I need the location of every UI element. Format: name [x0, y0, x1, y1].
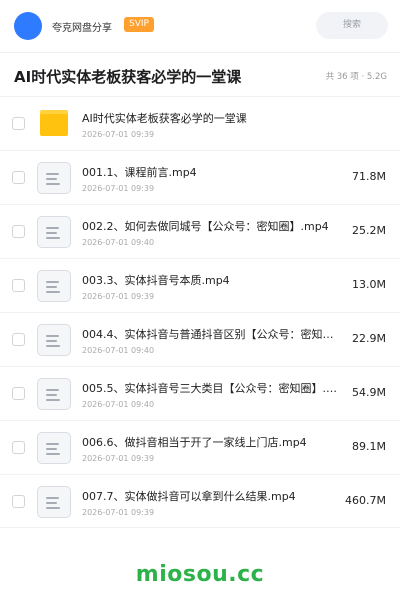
file-name: 007.7、实体做抖音可以拿到什么结果.mp4: [82, 490, 296, 503]
file-name: 001.1、课程前言.mp4: [82, 166, 197, 179]
file-list: AI时代实体老板获客必学的一堂课 2026-07-01 09:39 001.1、课程…: [0, 96, 400, 528]
select-checkbox[interactable]: [12, 225, 25, 238]
file-name: 002.2、如何去做同城号【公众号：密知圈】.mp4: [82, 220, 329, 233]
avatar[interactable]: [14, 12, 42, 40]
page-title: AI时代实体老板获客必学的一堂课: [14, 68, 242, 86]
file-row[interactable]: 006.6、做抖音相当于开了一家线上门店.mp4 2026-07-01 09:39…: [0, 420, 400, 474]
video-file-icon: [37, 324, 71, 356]
file-size: 22.9M: [352, 332, 386, 345]
file-date: 2026-07-01 09:40: [82, 400, 155, 409]
file-name: 006.6、做抖音相当于开了一家线上门店.mp4: [82, 436, 307, 449]
file-row[interactable]: 002.2、如何去做同城号【公众号：密知圈】.mp4 2026-07-01 09:…: [0, 204, 400, 258]
select-checkbox[interactable]: [12, 441, 25, 454]
file-size: 89.1M: [352, 440, 386, 453]
select-checkbox[interactable]: [12, 495, 25, 508]
file-date: 2026-07-01 09:40: [82, 238, 155, 247]
select-checkbox[interactable]: [12, 387, 25, 400]
file-row[interactable]: 004.4、实体抖音与普通抖音区别【公众号：密知圈】.mp4 2026-07-01…: [0, 312, 400, 366]
file-size: 54.9M: [352, 386, 386, 399]
file-row[interactable]: 007.7、实体做抖音可以拿到什么结果.mp4 2026-07-01 09:39 4…: [0, 474, 400, 528]
search-input[interactable]: 搜索: [316, 12, 388, 39]
file-date: 2026-07-01 09:39: [82, 454, 155, 463]
file-name: 005.5、实体抖音号三大类目【公众号：密知圈】.mp4: [82, 382, 344, 395]
select-checkbox[interactable]: [12, 279, 25, 292]
title-bar: AI时代实体老板获客必学的一堂课 共 36 项 · 5.2G: [0, 53, 400, 97]
video-file-icon: [37, 432, 71, 464]
file-size: 13.0M: [352, 278, 386, 291]
file-row[interactable]: 005.5、实体抖音号三大类目【公众号：密知圈】.mp4 2026-07-01 0…: [0, 366, 400, 420]
folder-icon: [37, 108, 71, 140]
item-count: 共 36 项 · 5.2G: [325, 72, 387, 82]
brand-label: 夸克网盘分享: [52, 23, 112, 34]
file-name: AI时代实体老板获客必学的一堂课: [82, 112, 247, 125]
select-checkbox[interactable]: [12, 171, 25, 184]
video-file-icon: [37, 162, 71, 194]
select-checkbox[interactable]: [12, 333, 25, 346]
video-file-icon: [37, 270, 71, 302]
svip-badge: SVIP: [124, 17, 154, 32]
folder-row[interactable]: AI时代实体老板获客必学的一堂课 2026-07-01 09:39: [0, 96, 400, 150]
video-file-icon: [37, 486, 71, 518]
file-date: 2026-07-01 09:39: [82, 292, 155, 301]
top-bar: 夸克网盘分享 SVIP 搜索: [0, 0, 400, 52]
file-date: 2026-07-01 09:39: [82, 184, 155, 193]
file-name: 004.4、实体抖音与普通抖音区别【公众号：密知圈】.mp4: [82, 328, 344, 341]
file-size: 71.8M: [352, 170, 386, 183]
file-date: 2026-07-01 09:40: [82, 346, 155, 355]
file-row[interactable]: 001.1、课程前言.mp4 2026-07-01 09:39 71.8M: [0, 150, 400, 204]
file-name: 003.3、实体抖音号本质.mp4: [82, 274, 230, 287]
video-file-icon: [37, 378, 71, 410]
file-date: 2026-07-01 09:39: [82, 130, 155, 139]
select-checkbox[interactable]: [12, 117, 25, 130]
watermark: miosou.cc: [135, 562, 265, 587]
file-row[interactable]: 003.3、实体抖音号本质.mp4 2026-07-01 09:39 13.0M: [0, 258, 400, 312]
video-file-icon: [37, 216, 71, 248]
file-date: 2026-07-01 09:39: [82, 508, 155, 517]
file-size: 25.2M: [352, 224, 386, 237]
file-size: 460.7M: [345, 494, 386, 507]
